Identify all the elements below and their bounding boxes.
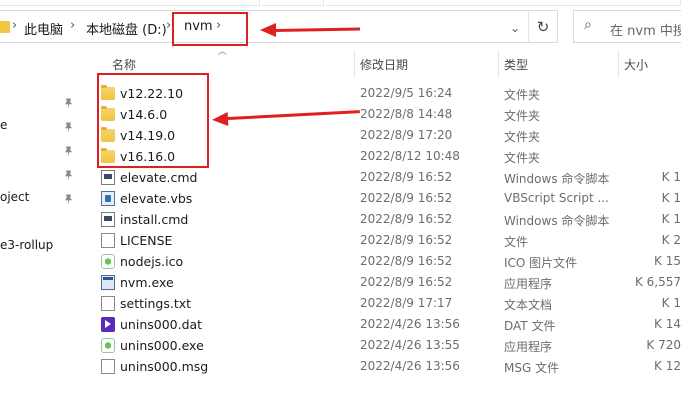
search-icon: ⌕ — [584, 17, 592, 33]
file-type: 文件 — [504, 235, 529, 249]
document-icon — [101, 359, 115, 374]
file-size: 720 K — [646, 338, 681, 352]
file-date: 2022/4/26 13:56 — [360, 317, 460, 331]
refresh-button[interactable]: ↻ — [528, 10, 557, 43]
file-name: nvm.exe — [120, 275, 174, 290]
chevron-right-icon[interactable]: › — [166, 18, 171, 33]
cmd-file-icon — [101, 212, 115, 227]
file-name: install.cmd — [120, 212, 189, 227]
file-name: elevate.vbs — [120, 191, 193, 206]
search-placeholder: 在 nvm 中搜索 — [610, 24, 681, 39]
file-size: 1 K — [661, 170, 681, 184]
column-divider[interactable] — [354, 50, 355, 78]
file-row[interactable]: unins000.msg 2022/4/26 13:56 MSG 文件 12 K — [98, 356, 681, 377]
document-icon — [101, 233, 115, 248]
file-name: nodejs.ico — [120, 254, 184, 269]
title-strip — [0, 0, 681, 8]
file-name: settings.txt — [120, 296, 192, 311]
file-type: 文件夹 — [504, 130, 541, 144]
pin-icon[interactable] — [64, 98, 73, 107]
file-type: 文本文档 — [504, 298, 553, 312]
file-name: unins000.msg — [120, 359, 209, 374]
search-box[interactable]: ⌕ 在 nvm 中搜索 — [573, 10, 681, 43]
chevron-right-icon[interactable]: › — [70, 18, 75, 33]
file-type: 文件夹 — [504, 109, 541, 123]
file-date: 2022/4/26 13:55 — [360, 338, 460, 352]
file-size: 1 K — [661, 191, 681, 205]
file-type: 文件夹 — [504, 151, 541, 165]
file-type: VBScript Script ... — [504, 191, 609, 205]
address-bar[interactable]: › 此电脑 › 本地磁盘 (D:) › nvm › ⌄ — [0, 10, 558, 43]
file-date: 2022/4/26 13:56 — [360, 359, 460, 373]
file-date: 2022/8/12 10:48 — [360, 149, 460, 163]
file-date: 2022/8/9 16:52 — [360, 191, 453, 205]
column-header-size[interactable]: 大小 — [624, 56, 648, 73]
column-header-type[interactable]: 类型 — [504, 56, 528, 73]
nav-item[interactable]: oject — [0, 190, 29, 204]
refresh-icon: ↻ — [536, 17, 550, 36]
file-date: 2022/8/9 16:52 — [360, 170, 453, 184]
file-row[interactable]: settings.txt 2022/8/9 17:17 文本文档 1 K — [98, 293, 681, 314]
file-date: 2022/8/8 14:48 — [360, 107, 453, 121]
file-date: 2022/9/5 16:24 — [360, 86, 453, 100]
file-name: elevate.cmd — [120, 170, 198, 185]
file-row[interactable]: install.cmd 2022/8/9 16:52 Windows 命令脚本 … — [98, 209, 681, 230]
file-type: Windows 命令脚本 — [504, 172, 610, 186]
pin-icon[interactable] — [64, 194, 73, 203]
file-date: 2022/8/9 16:52 — [360, 212, 453, 226]
file-row[interactable]: unins000.exe 2022/4/26 13:55 应用程序 720 K — [98, 335, 681, 356]
chevron-right-icon: › — [12, 18, 18, 33]
file-size: 2 K — [661, 233, 681, 247]
file-size: 12 K — [654, 359, 681, 373]
text-file-icon — [101, 296, 115, 311]
nodejs-icon — [101, 254, 115, 269]
folder-icon — [0, 21, 10, 33]
file-type: 文件夹 — [504, 88, 541, 102]
file-name: unins000.dat — [120, 317, 203, 332]
file-date: 2022/8/9 16:52 — [360, 233, 453, 247]
file-size: 6,557 K — [634, 275, 681, 289]
file-row[interactable]: nvm.exe 2022/8/9 16:52 应用程序 6,557 K — [98, 272, 681, 293]
file-row[interactable]: elevate.cmd 2022/8/9 16:52 Windows 命令脚本 … — [98, 167, 681, 188]
chevron-down-icon[interactable]: ⌄ — [510, 21, 520, 35]
file-row[interactable]: unins000.dat 2022/4/26 13:56 DAT 文件 14 K — [98, 314, 681, 335]
pin-icon[interactable] — [64, 170, 73, 179]
pin-icon[interactable] — [64, 146, 73, 155]
column-header-date[interactable]: 修改日期 — [360, 56, 408, 73]
column-header-name[interactable]: 名称 — [112, 56, 136, 73]
file-row[interactable]: elevate.vbs 2022/8/9 16:52 VBScript Scri… — [98, 188, 681, 209]
file-type: Windows 命令脚本 — [504, 214, 610, 228]
file-row[interactable]: nodejs.ico 2022/8/9 16:52 ICO 图片文件 15 K — [98, 251, 681, 272]
breadcrumb-this-pc[interactable]: 此电脑 — [24, 19, 63, 38]
file-row[interactable]: LICENSE 2022/8/9 16:52 文件 2 K — [98, 230, 681, 251]
file-type: 应用程序 — [504, 340, 553, 354]
file-size: 14 K — [654, 317, 681, 331]
highlight-box-nvm — [172, 12, 248, 46]
dat-file-icon — [101, 317, 115, 332]
uninstaller-icon — [101, 338, 115, 353]
file-type: 应用程序 — [504, 277, 553, 291]
pin-icon[interactable] — [64, 122, 73, 131]
nav-item[interactable]: e3-rollup — [0, 238, 53, 252]
file-date: 2022/8/9 17:17 — [360, 296, 453, 310]
file-name: LICENSE — [120, 233, 173, 248]
breadcrumb-local-disk[interactable]: 本地磁盘 (D:) — [86, 19, 167, 38]
file-date: 2022/8/9 16:52 — [360, 254, 453, 268]
file-type: MSG 文件 — [504, 361, 560, 375]
file-date: 2022/8/9 17:20 — [360, 128, 453, 142]
file-size: 15 K — [654, 254, 681, 268]
file-type: ICO 图片文件 — [504, 256, 578, 270]
file-type: DAT 文件 — [504, 319, 556, 333]
file-name: unins000.exe — [120, 338, 204, 353]
file-date: 2022/8/9 16:52 — [360, 275, 453, 289]
highlight-box-versions — [97, 73, 209, 168]
nav-item[interactable]: e — [0, 118, 7, 132]
cmd-file-icon — [101, 170, 115, 185]
column-divider[interactable] — [498, 50, 499, 78]
exe-icon — [101, 275, 115, 290]
file-size: 1 K — [661, 212, 681, 226]
file-size: 1 K — [661, 296, 681, 310]
vbs-file-icon — [101, 191, 115, 206]
column-divider[interactable] — [618, 50, 619, 78]
